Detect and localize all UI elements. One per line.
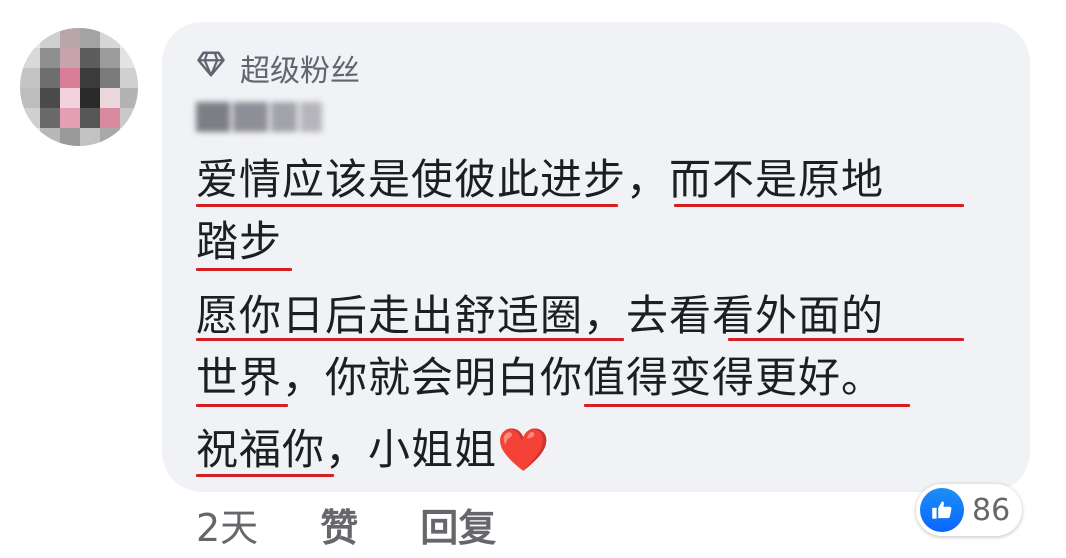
badge-label: 超级粉丝	[240, 54, 360, 89]
diamond-icon	[196, 49, 226, 87]
underline-mark	[584, 404, 910, 407]
comment-text-line-5-text: 祝福你，小姐姐	[196, 425, 498, 474]
heart-emoji-icon: ❤️	[497, 425, 551, 474]
reply-button[interactable]: 回复	[420, 497, 496, 552]
underline-mark	[196, 404, 288, 407]
underline-mark	[196, 338, 624, 341]
underline-mark	[196, 474, 334, 477]
reaction-count: 86	[972, 492, 1011, 528]
like-button[interactable]: 赞	[320, 497, 358, 552]
avatar[interactable]	[20, 28, 138, 146]
comment-footer: 2天 赞 回复	[196, 496, 496, 552]
underline-mark	[728, 338, 964, 341]
underline-mark	[674, 204, 964, 207]
comment-timestamp[interactable]: 2天	[196, 497, 258, 552]
comment-text-line-3: 愿你日后走出舒适圈，去看看外面的	[196, 291, 885, 340]
top-fan-badge[interactable]: 超级粉丝	[196, 46, 360, 90]
commenter-name[interactable]	[196, 96, 322, 138]
comment-text-line-4: 世界，你就会明白你值得变得更好。	[196, 353, 885, 402]
comment-text-line-2: 踏步	[196, 217, 283, 266]
underline-mark	[196, 204, 618, 207]
comment-text-line-1: 爱情应该是使彼此进步，而不是原地	[196, 155, 885, 204]
thumbs-up-icon	[920, 488, 964, 532]
comment-text-line-5: 祝福你，小姐姐❤️	[196, 422, 550, 478]
reaction-count-pill[interactable]: 86	[916, 484, 1022, 536]
underline-mark	[196, 268, 292, 271]
